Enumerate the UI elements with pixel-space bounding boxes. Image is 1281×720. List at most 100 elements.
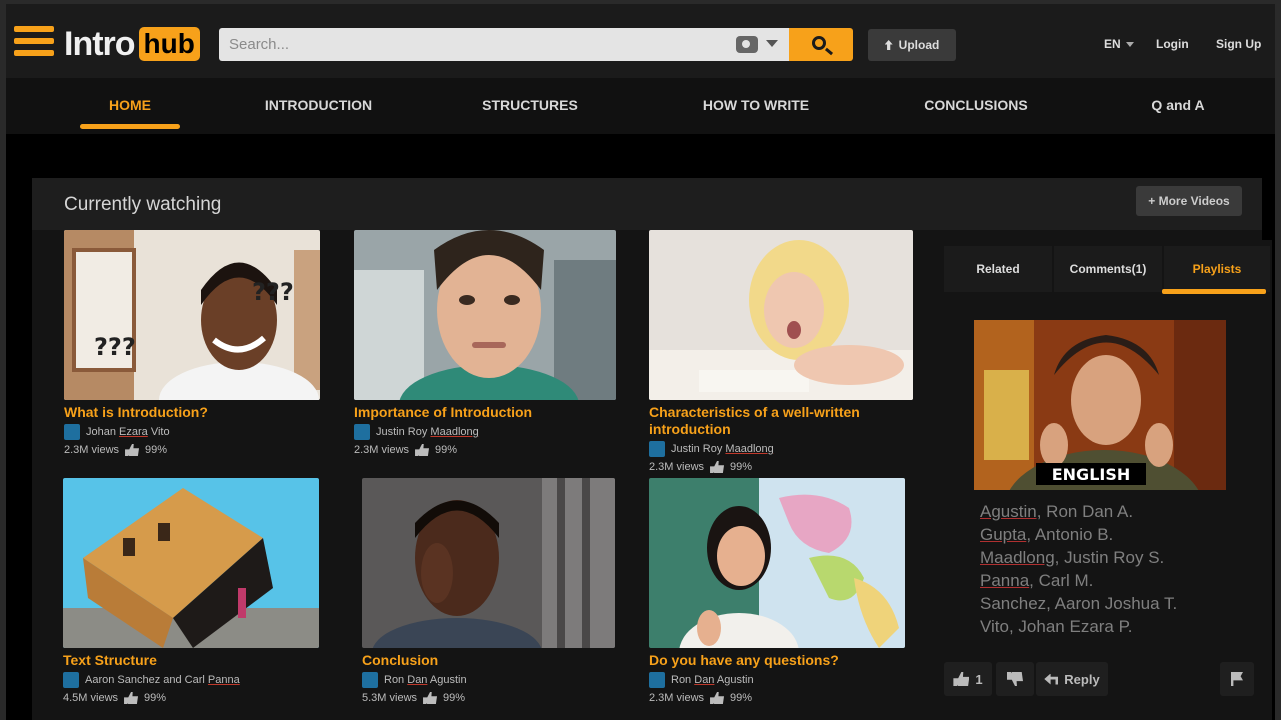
playlist-thumbnail[interactable]: ENGLISH bbox=[974, 320, 1226, 490]
thumbs-up-icon bbox=[710, 461, 725, 473]
video-thumbnail[interactable]: ??? ??? bbox=[64, 230, 320, 400]
credit-text: Ron Dan A. bbox=[1041, 502, 1134, 521]
video-thumbnail[interactable] bbox=[362, 478, 615, 648]
author-name[interactable]: Aaron Sanchez and Carl Panna bbox=[85, 674, 240, 686]
thumbs-up-icon bbox=[710, 692, 725, 704]
credit-text: , Justin Roy S. bbox=[1054, 548, 1165, 567]
video-card[interactable]: ??? ??? What is Introduction? Johan Ezar… bbox=[64, 230, 320, 456]
camera-icon[interactable] bbox=[736, 36, 758, 53]
rating: 99% bbox=[145, 444, 168, 456]
author-row: Ron Dan Agustin bbox=[362, 672, 615, 688]
video-title[interactable]: Characteristics of a well-written introd… bbox=[649, 404, 913, 438]
more-videos-button[interactable]: + More Videos bbox=[1136, 186, 1242, 216]
search-button[interactable] bbox=[789, 28, 853, 61]
rating: 99% bbox=[435, 444, 458, 456]
video-title[interactable]: Text Structure bbox=[63, 652, 319, 669]
thumbs-down-icon bbox=[1007, 672, 1023, 686]
menu-icon[interactable] bbox=[14, 26, 54, 60]
tab-comments[interactable]: Comments(1) bbox=[1054, 246, 1162, 292]
credit-underlined: Gupta bbox=[980, 525, 1027, 544]
avatar bbox=[63, 672, 79, 688]
stats-row: 5.3M views 99% bbox=[362, 692, 615, 704]
chevron-down-icon bbox=[1125, 42, 1134, 48]
video-title[interactable]: Do you have any questions? bbox=[649, 652, 905, 669]
author-text-underlined: Ezara bbox=[119, 426, 148, 438]
chevron-down-icon[interactable] bbox=[766, 40, 778, 47]
video-card[interactable]: Characteristics of a well-written introd… bbox=[649, 230, 913, 473]
svg-text:???: ??? bbox=[94, 333, 136, 361]
nav-home[interactable]: HOME bbox=[80, 97, 180, 113]
nav-introduction[interactable]: INTRODUCTION bbox=[246, 97, 391, 113]
tab-playlists[interactable]: Playlists bbox=[1164, 246, 1270, 292]
avatar bbox=[649, 672, 665, 688]
author-name[interactable]: Ron Dan Agustin bbox=[384, 674, 467, 686]
author-row: Justin Roy Maadlong bbox=[649, 441, 913, 457]
author-name[interactable]: Justin Roy Maadlong bbox=[671, 443, 774, 455]
stats-row: 2.3M views 99% bbox=[649, 461, 913, 473]
video-title[interactable]: What is Introduction? bbox=[64, 404, 320, 421]
video-card[interactable]: Conclusion Ron Dan Agustin 5.3M views 99… bbox=[362, 478, 615, 704]
like-button[interactable]: 1 bbox=[944, 662, 992, 696]
reply-icon bbox=[1044, 673, 1059, 685]
credit-line: Sanchez, Aaron Joshua T. bbox=[980, 592, 1220, 615]
upload-button[interactable]: Upload bbox=[868, 29, 956, 61]
dislike-button[interactable] bbox=[996, 662, 1034, 696]
stats-row: 2.3M views 99% bbox=[64, 444, 320, 456]
credit-line: Gupta, Antonio B. bbox=[980, 523, 1220, 546]
avatar bbox=[362, 672, 378, 688]
avatar bbox=[64, 424, 80, 440]
main-nav: HOME INTRODUCTION STRUCTURES HOW TO WRIT… bbox=[6, 78, 1275, 134]
avatar bbox=[649, 441, 665, 457]
thumbs-up-icon bbox=[124, 692, 139, 704]
nav-how-to-write[interactable]: HOW TO WRITE bbox=[686, 97, 826, 113]
credit-line: Panna, Carl M. bbox=[980, 569, 1220, 592]
report-button[interactable] bbox=[1220, 662, 1254, 696]
tab-related[interactable]: Related bbox=[944, 246, 1052, 292]
signup-link[interactable]: Sign Up bbox=[1216, 37, 1261, 51]
search-input[interactable] bbox=[219, 28, 789, 61]
video-title[interactable]: Importance of Introduction bbox=[354, 404, 616, 421]
nav-conclusions[interactable]: CONCLUSIONS bbox=[906, 97, 1046, 113]
language-select[interactable]: EN bbox=[1104, 37, 1134, 51]
author-name[interactable]: Ron Dan Agustin bbox=[671, 674, 754, 686]
panel-title: Currently watching bbox=[64, 194, 222, 215]
stats-row: 4.5M views 99% bbox=[63, 692, 319, 704]
nav-q-and-a[interactable]: Q and A bbox=[1136, 97, 1220, 113]
author-name[interactable]: Justin Roy Maadlong bbox=[376, 426, 479, 438]
video-thumbnail[interactable] bbox=[63, 478, 319, 648]
video-title[interactable]: Conclusion bbox=[362, 652, 615, 669]
author-text: Aaron Sanchez and Carl bbox=[85, 674, 208, 686]
stats-row: 2.3M views 99% bbox=[649, 692, 905, 704]
credit-text: Vito, Johan Ezara P. bbox=[980, 617, 1133, 636]
author-text: Ron bbox=[384, 674, 408, 686]
author-text-underlined: Dan bbox=[407, 674, 428, 686]
video-card[interactable]: Do you have any questions? Ron Dan Agust… bbox=[649, 478, 905, 704]
video-thumbnail[interactable] bbox=[649, 230, 913, 400]
view-count: 2.3M views bbox=[649, 461, 705, 473]
login-link[interactable]: Login bbox=[1156, 37, 1189, 51]
author-text-underlined: Maadlong bbox=[725, 443, 774, 455]
author-row: Aaron Sanchez and Carl Panna bbox=[63, 672, 319, 688]
credit-underlined: Maadlong bbox=[980, 548, 1055, 567]
site-logo[interactable]: Intro hub bbox=[64, 24, 200, 64]
playlist-caption: ENGLISH bbox=[1052, 465, 1131, 484]
playlist-credits: Agustin, Ron Dan A. Gupta, Antonio B. Ma… bbox=[980, 500, 1220, 638]
top-header: Intro hub Upload EN Login Sign Up bbox=[6, 0, 1275, 78]
video-card[interactable]: Importance of Introduction Justin Roy Ma… bbox=[354, 230, 616, 456]
author-text: Vito bbox=[147, 426, 170, 438]
sidebar-tabs: Related Comments(1) Playlists bbox=[944, 246, 1270, 294]
page: Intro hub Upload EN Login Sign Up HOME I… bbox=[0, 0, 1281, 720]
author-text-underlined: Maadlong bbox=[430, 426, 479, 438]
author-text: Agustin bbox=[714, 674, 754, 686]
view-count: 2.3M views bbox=[649, 692, 705, 704]
like-count: 1 bbox=[975, 671, 983, 687]
video-thumbnail[interactable] bbox=[649, 478, 905, 648]
author-text: Justin Roy bbox=[376, 426, 431, 438]
author-name[interactable]: Johan Ezara Vito bbox=[86, 426, 170, 438]
nav-structures[interactable]: STRUCTURES bbox=[466, 97, 594, 113]
video-thumbnail[interactable] bbox=[354, 230, 616, 400]
video-card[interactable]: Text Structure Aaron Sanchez and Carl Pa… bbox=[63, 478, 319, 704]
panel-header: Currently watching + More Videos bbox=[32, 178, 1262, 230]
sidebar-tab-active-indicator bbox=[1162, 289, 1266, 294]
reply-button[interactable]: Reply bbox=[1036, 662, 1108, 696]
